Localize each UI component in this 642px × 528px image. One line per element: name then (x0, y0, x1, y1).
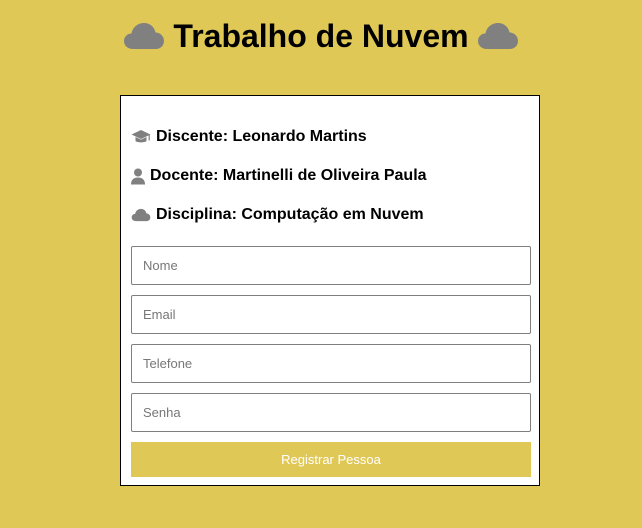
course-info: Disciplina: Computação em Nuvem (131, 203, 424, 227)
phone-input[interactable] (131, 344, 531, 383)
email-input[interactable] (131, 295, 531, 334)
cloud-icon (131, 208, 151, 222)
course-label: Disciplina: Computação em Nuvem (156, 206, 424, 223)
cloud-icon (477, 23, 518, 49)
registration-card: Discente: Leonardo Martins Docente: Mart… (120, 95, 540, 486)
register-button[interactable]: Registrar Pessoa (131, 442, 531, 477)
page-title: Trabalho de Nuvem (173, 18, 469, 54)
teacher-label: Docente: Martinelli de Oliveira Paula (150, 167, 427, 184)
password-input[interactable] (131, 393, 531, 432)
teacher-info: Docente: Martinelli de Oliveira Paula (131, 164, 427, 188)
name-input[interactable] (131, 246, 531, 285)
cloud-icon (124, 23, 165, 49)
student-info: Discente: Leonardo Martins (131, 125, 367, 149)
student-label: Discente: Leonardo Martins (156, 128, 367, 145)
graduation-cap-icon (131, 130, 151, 143)
page-header: Trabalho de Nuvem (0, 14, 642, 58)
user-icon (131, 168, 145, 184)
